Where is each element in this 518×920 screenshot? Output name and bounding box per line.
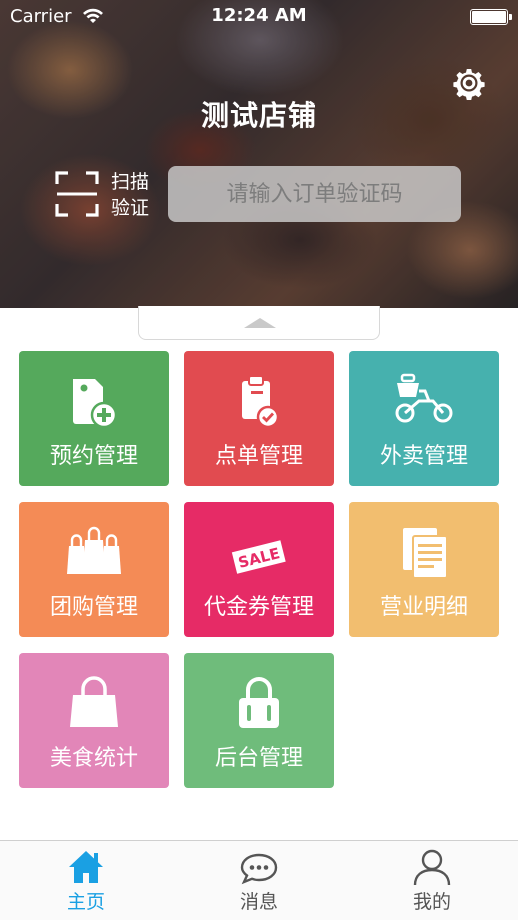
tab-label: 我的 (412, 891, 451, 913)
sale-ticket-icon: SALE (231, 540, 286, 574)
order-code-input[interactable] (168, 166, 461, 222)
tile-label: 外卖管理 (379, 444, 468, 469)
scan-label-line1: 扫描 (111, 171, 150, 193)
scan-label-line2: 验证 (111, 197, 150, 219)
tile-group-buy[interactable]: 团购管理 (19, 502, 169, 637)
shopping-bags-icon (67, 526, 121, 574)
caret-up-icon (244, 318, 276, 328)
pull-down-handle[interactable] (138, 306, 380, 340)
tile-reservation[interactable]: 预约管理 (19, 351, 169, 486)
scan-verify-label: 扫描 验证 (111, 169, 149, 221)
tab-label: 消息 (239, 891, 278, 913)
clipboard-check-icon (242, 375, 280, 429)
status-time: 12:24 AM (211, 5, 307, 26)
tile-takeout[interactable]: 外卖管理 (349, 351, 499, 486)
tile-backend[interactable]: 后台管理 (184, 653, 334, 788)
scan-verify-button[interactable]: 扫描 验证 (55, 167, 165, 223)
tile-food-stats[interactable]: 美食统计 (19, 653, 169, 788)
tile-business-details[interactable]: 营业明细 (349, 502, 499, 637)
tile-voucher[interactable]: SALE 代金券管理 (184, 502, 334, 637)
home-icon (69, 851, 103, 883)
battery-icon (470, 9, 512, 25)
tab-label: 主页 (66, 891, 105, 913)
tag-plus-icon (73, 379, 118, 429)
tile-label: 美食统计 (49, 746, 138, 771)
tile-label: 预约管理 (49, 444, 138, 469)
tile-label: 营业明细 (379, 595, 468, 620)
header-background (0, 0, 518, 308)
tile-label: 点单管理 (214, 444, 303, 469)
bag-icon (70, 676, 118, 727)
documents-icon (403, 528, 448, 579)
delivery-bike-icon (395, 373, 453, 423)
message-icon (240, 853, 278, 885)
tile-label: 代金券管理 (203, 595, 314, 620)
tab-bar: 主页 消息 我的 (0, 840, 518, 920)
tab-home[interactable]: 主页 (0, 841, 172, 920)
tile-label: 团购管理 (49, 595, 138, 620)
lock-icon (239, 677, 279, 728)
tile-ordering[interactable]: 点单管理 (184, 351, 334, 486)
user-icon (413, 849, 451, 886)
scan-frame-icon (55, 171, 99, 217)
tab-profile[interactable]: 我的 (346, 841, 518, 920)
store-name: 测试店铺 (200, 99, 317, 132)
status-bar: Carrier 12:24 AM (0, 0, 518, 34)
tile-label: 后台管理 (214, 746, 303, 771)
tab-messages[interactable]: 消息 (173, 841, 345, 920)
